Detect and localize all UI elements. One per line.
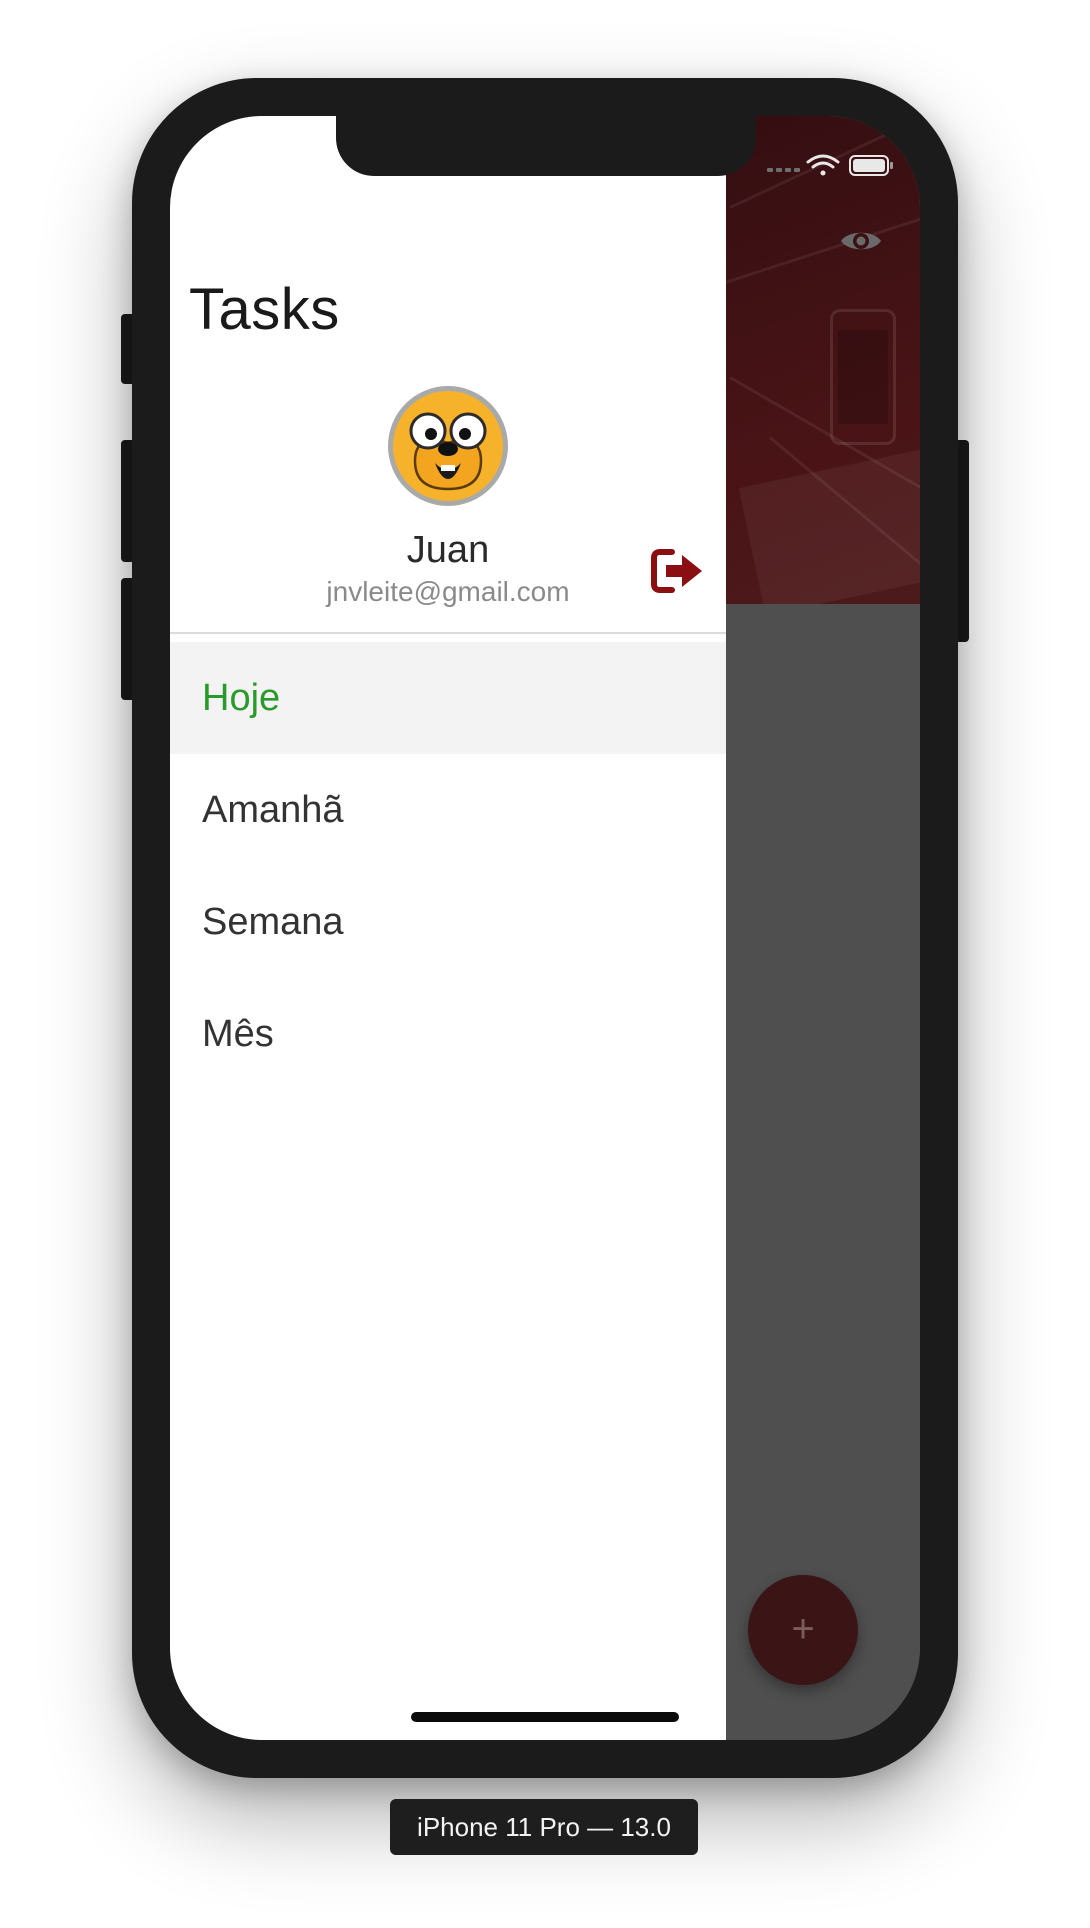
avatar xyxy=(388,386,508,506)
device-notch xyxy=(336,116,756,176)
menu-item-hoje[interactable]: Hoje xyxy=(170,642,726,754)
menu-item-mes[interactable]: Mês xyxy=(170,978,726,1090)
user-email: jnvleite@gmail.com xyxy=(326,576,570,607)
add-task-fab[interactable]: + xyxy=(748,1575,858,1685)
home-indicator[interactable] xyxy=(411,1712,679,1722)
eye-icon[interactable] xyxy=(838,226,884,256)
avatar-image xyxy=(393,391,503,501)
drawer-title: Tasks xyxy=(189,277,340,342)
menu-item-amanha[interactable]: Amanhã xyxy=(170,754,726,866)
drawer-divider xyxy=(170,632,726,634)
navigation-drawer: Tasks Juan jnvleite@gmail.com Hoje Amanh… xyxy=(170,116,726,1740)
battery-icon xyxy=(849,155,893,176)
simulator-device-label: iPhone 11 Pro — 13.0 xyxy=(390,1799,698,1855)
signal-icon xyxy=(767,168,800,172)
wifi-icon xyxy=(806,154,840,176)
device-screen: + Tasks Juan jnvleite@gmail.com Hoje Ama… xyxy=(170,116,920,1740)
status-bar-icons xyxy=(767,154,893,176)
sign-out-icon[interactable] xyxy=(650,546,706,596)
drawer-menu: Hoje Amanhã Semana Mês xyxy=(170,642,726,1090)
menu-item-semana[interactable]: Semana xyxy=(170,866,726,978)
user-name: Juan xyxy=(406,529,490,571)
